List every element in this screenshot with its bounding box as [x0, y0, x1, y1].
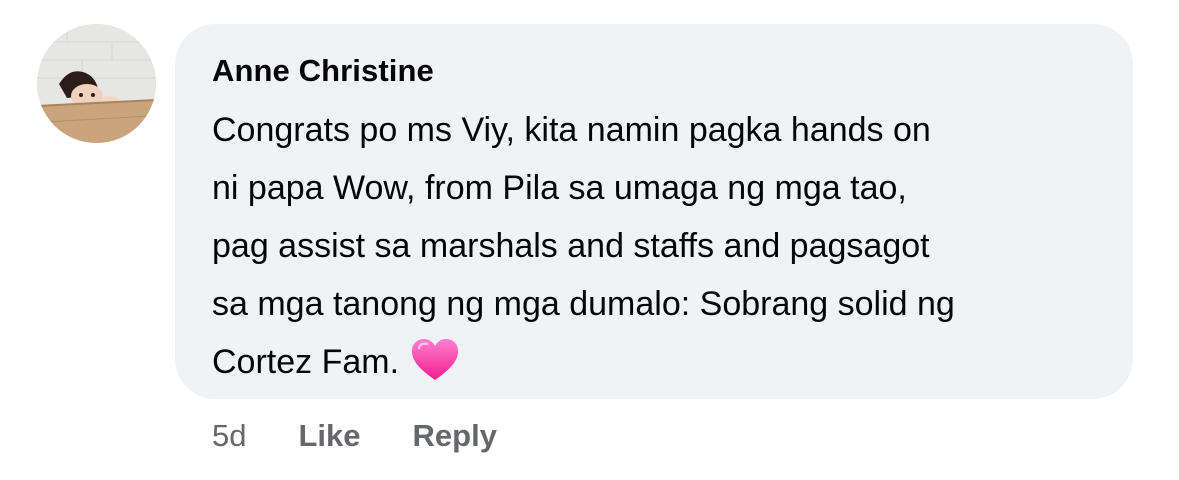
comment-line: pag assist sa marshals and staffs and pa…: [212, 227, 930, 265]
comment-author[interactable]: Anne Christine: [212, 51, 1103, 91]
comment-line: Congrats po ms Viy, kita namin pagka han…: [212, 111, 931, 149]
comment-actions: 5d Like Reply: [212, 414, 549, 458]
comment-line: ni papa Wow, from Pila sa umaga ng mga t…: [212, 169, 907, 207]
comment-text: Congrats po ms Viy, kita namin pagka han…: [212, 101, 1103, 400]
like-button[interactable]: Like: [298, 418, 360, 454]
avatar[interactable]: [37, 24, 156, 143]
comment-line: sa mga tanong ng mga dumalo: Sobrang sol…: [212, 285, 955, 323]
pink-heart-icon: [411, 338, 459, 400]
comment-bubble: Anne Christine Congrats po ms Viy, kita …: [175, 24, 1133, 399]
reply-button[interactable]: Reply: [413, 418, 497, 454]
comment-line: Cortez Fam.: [212, 343, 400, 381]
avatar-photo: [37, 24, 156, 143]
comment-timestamp[interactable]: 5d: [212, 418, 246, 454]
